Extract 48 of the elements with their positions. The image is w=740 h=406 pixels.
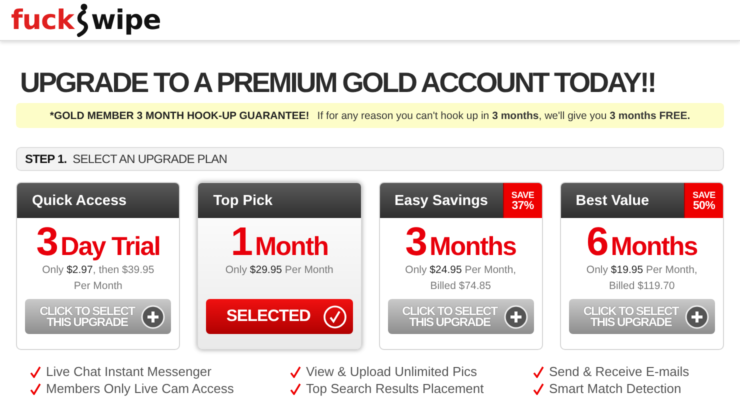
page-title: UPGRADE TO A PREMIUM GOLD ACCOUNT TODAY!! xyxy=(20,67,656,99)
logo-text[interactable]: fuck xyxy=(11,4,74,36)
plan-card[interactable]: Best Value SAVE 50% 6Months Only $19.95 Per Month, Billed $119.70 CLICK TO SELECT THIS UPGRADE xyxy=(560,182,724,350)
feature-text: Smart Match Detection xyxy=(549,381,682,396)
plan-name: Easy Savings xyxy=(394,192,488,208)
checkmark-icon xyxy=(30,382,41,394)
checkmark-icon xyxy=(533,366,544,378)
feature-text: Top Search Results Placement xyxy=(306,381,484,396)
guarantee-headline: *GOLD MEMBER 3 MONTH HOOK-UP GUARANTEE! xyxy=(50,110,310,122)
feature-text: View & Upload Unlimited Pics xyxy=(306,364,477,379)
plan-price: Only $2.97, then $39.95 Per Month xyxy=(41,263,156,294)
checkmark-icon xyxy=(30,366,41,378)
plan-card[interactable]: Easy Savings SAVE 37% 3Months Only $24.95 Per Month, Billed $74.85 CLICK TO SELECT THIS UPGRADE xyxy=(378,182,543,350)
plus-icon xyxy=(685,304,709,328)
badge-label: SAVE xyxy=(511,190,534,200)
feature-text: Live Chat Instant Messenger xyxy=(46,364,212,379)
plan-price: Only $24.95 Per Month, Billed $74.85 xyxy=(404,263,518,294)
plan-unit: Months xyxy=(610,230,698,263)
plan-card[interactable]: Quick Access 3Day Trial Only $2.97, then $39.95 Per Month CLICK TO SELECT THIS UPGRADE xyxy=(16,182,180,350)
plan-number: 3 xyxy=(36,222,58,262)
plan-name: Quick Access xyxy=(31,192,127,208)
checkmark-icon xyxy=(533,382,544,394)
plan-number: 6 xyxy=(586,222,608,262)
plan-unit: Month xyxy=(255,230,328,263)
plan-unit: Months xyxy=(430,230,516,263)
plan-card[interactable]: Top Pick 1Month Only $29.95 Per Month SELECTED xyxy=(197,182,362,350)
guarantee-text: If for any reason you can't hook up in 3 months, we'll give you 3 months FREE. xyxy=(317,110,690,122)
plan-name: Top Pick xyxy=(212,192,273,208)
plan-name: Best Value xyxy=(574,192,650,208)
step-number: STEP 1. xyxy=(25,152,67,166)
badge-percent: 37% xyxy=(512,200,534,212)
plan-price: Only $29.95 Per Month xyxy=(224,263,334,278)
checkmark-icon xyxy=(290,382,301,394)
plan-unit: Day Trial xyxy=(60,230,160,263)
plus-icon xyxy=(141,304,166,328)
badge-label: SAVE xyxy=(692,190,716,200)
check-icon xyxy=(322,304,346,328)
plan-number: 1 xyxy=(230,222,252,262)
plan-number: 3 xyxy=(405,222,427,262)
plus-icon xyxy=(504,304,528,328)
checkmark-icon xyxy=(290,366,301,378)
feature-text: Members Only Live Cam Access xyxy=(46,381,234,396)
feature-text: Send & Receive E-mails xyxy=(549,364,690,379)
plan-price: Only $19.95 Per Month, Billed $119.70 xyxy=(585,263,698,294)
step-label: SELECT AN UPGRADE PLAN xyxy=(72,152,228,166)
logo-text[interactable]: wipe xyxy=(90,4,161,36)
select-button[interactable]: SELECTED xyxy=(206,299,352,334)
badge-percent: 50% xyxy=(692,200,716,212)
